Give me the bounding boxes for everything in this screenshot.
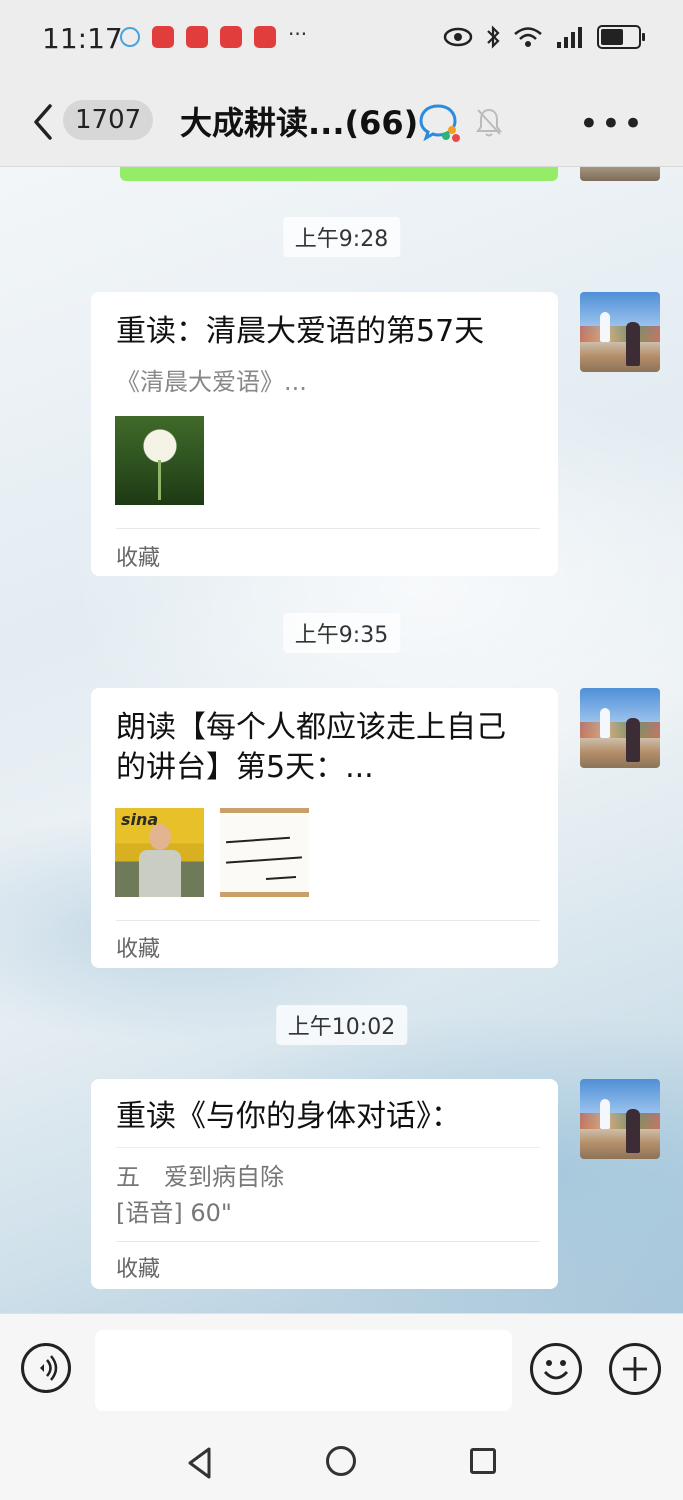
favorite-label: 收藏 xyxy=(116,937,161,962)
card-title: 重读：清晨大爱语的第57天 xyxy=(116,314,485,349)
chat-message-list[interactable]: 上午9:28 重读：清晨大爱语的第57天 《清晨大爱语》... 收藏 上午9:3… xyxy=(0,167,683,1313)
message-timestamp: 上午9:35 xyxy=(282,613,401,653)
avatar[interactable] xyxy=(580,167,660,181)
more-options-icon[interactable]: ••• xyxy=(579,104,645,144)
group-chat-icon xyxy=(419,104,460,142)
sender-avatar[interactable] xyxy=(580,1079,660,1159)
card-title: 朗读【每个人都应该走上自己的讲台】第5天：... xyxy=(116,710,506,785)
avatar-fountain xyxy=(600,312,610,342)
voice-input-button[interactable] xyxy=(21,1343,71,1393)
status-time: 11:17 xyxy=(42,22,123,55)
speaker-image[interactable]: sina xyxy=(115,808,204,897)
card-divider xyxy=(116,528,540,529)
calligraphy-stroke xyxy=(265,875,297,881)
wifi-icon xyxy=(514,27,542,47)
battery-level xyxy=(601,29,624,45)
unread-count-badge[interactable]: 1707 xyxy=(63,100,154,140)
card-title: 重读《与你的身体对话》： xyxy=(116,1099,461,1134)
emoji-button[interactable] xyxy=(530,1343,582,1395)
card-divider xyxy=(116,1147,540,1148)
card-divider xyxy=(116,920,540,921)
message-text-input[interactable] xyxy=(95,1330,512,1411)
lotus-image[interactable] xyxy=(115,416,204,505)
system-icons xyxy=(443,24,645,50)
sender-avatar[interactable] xyxy=(580,292,660,372)
favorite-message-card[interactable]: 重读：清晨大爱语的第57天 《清晨大爱语》... 收藏 xyxy=(91,292,558,576)
avatar-person xyxy=(626,322,640,366)
status-bar: 11:17 ··· xyxy=(0,0,683,80)
calligraphy-stroke xyxy=(226,836,290,844)
calligraphy-image[interactable] xyxy=(220,808,309,897)
more-notifications-icon: ··· xyxy=(288,22,308,46)
chat-title[interactable]: 大成耕读...(66) xyxy=(180,98,418,144)
system-navigation-bar xyxy=(0,1428,683,1500)
signal-icon xyxy=(557,27,582,48)
image-caption: sina xyxy=(121,810,159,829)
avatar-trees xyxy=(580,722,660,738)
plus-icon xyxy=(623,1357,647,1381)
card-divider xyxy=(116,1241,540,1242)
nav-back-icon[interactable] xyxy=(186,1446,214,1480)
battery-icon xyxy=(597,25,645,49)
message-timestamp: 上午9:28 xyxy=(282,217,401,257)
avatar-trees xyxy=(580,1113,660,1129)
message-input-bar xyxy=(0,1313,683,1429)
bluetooth-icon xyxy=(487,25,500,49)
app-notification-icon xyxy=(152,26,174,48)
mute-bell-icon xyxy=(476,108,502,137)
app-notification-icon xyxy=(220,26,242,48)
sent-message-bubble[interactable] xyxy=(120,167,558,181)
cloud-icon xyxy=(120,27,140,47)
favorite-message-card[interactable]: 重读《与你的身体对话》： 五 爱到病自除 [语音] 60" 收藏 xyxy=(91,1079,558,1289)
chat-header: 1707 大成耕读...(66) ••• xyxy=(0,80,683,167)
nav-home-icon[interactable] xyxy=(326,1446,356,1476)
more-functions-button[interactable] xyxy=(609,1343,661,1395)
avatar-fountain xyxy=(600,708,610,738)
back-arrow-icon[interactable] xyxy=(28,102,58,142)
card-subtitle: 《清晨大爱语》... xyxy=(116,368,307,396)
sender-avatar[interactable] xyxy=(580,688,660,768)
app-notification-icon xyxy=(254,26,276,48)
eye-icon xyxy=(443,27,473,47)
avatar-fountain xyxy=(600,1099,610,1129)
calligraphy-stroke xyxy=(226,856,302,864)
avatar-person xyxy=(626,1109,640,1153)
favorite-label: 收藏 xyxy=(116,546,161,571)
message-timestamp: 上午10:02 xyxy=(275,1005,408,1045)
app-notification-icon xyxy=(186,26,208,48)
avatar-person xyxy=(626,718,640,762)
smiley-icon xyxy=(543,1360,569,1380)
avatar-trees xyxy=(580,326,660,342)
voice-icon xyxy=(40,1355,58,1381)
favorite-message-card[interactable]: 朗读【每个人都应该走上自己的讲台】第5天：... sina 收藏 xyxy=(91,688,558,968)
favorite-label: 收藏 xyxy=(116,1257,161,1282)
card-line: 五 爱到病自除 xyxy=(116,1163,284,1191)
notification-icons: ··· xyxy=(120,22,308,48)
voice-duration: [语音] 60" xyxy=(116,1199,232,1227)
nav-recents-icon[interactable] xyxy=(470,1448,496,1474)
